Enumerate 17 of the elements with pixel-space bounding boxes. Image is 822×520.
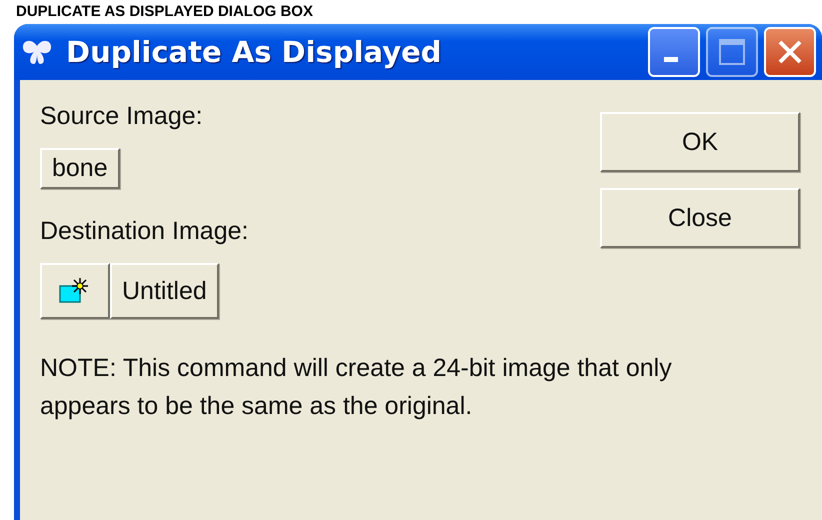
close-icon xyxy=(776,38,804,66)
caption: DUPLICATE AS DISPLAYED DIALOG BOX xyxy=(15,4,313,20)
close-button[interactable] xyxy=(764,27,816,77)
source-label: Source Image: xyxy=(40,102,203,131)
source-image-button[interactable]: bone xyxy=(40,148,120,189)
maximize-icon xyxy=(717,37,747,67)
ok-button[interactable]: OK xyxy=(600,112,800,172)
close-dialog-button[interactable]: Close xyxy=(600,188,800,248)
new-image-button[interactable] xyxy=(40,263,110,319)
window-title: Duplicate As Displayed xyxy=(66,35,442,69)
minimize-icon xyxy=(664,56,678,62)
maximize-button[interactable] xyxy=(706,27,758,77)
butterfly-icon xyxy=(20,38,54,66)
destination-label: Destination Image: xyxy=(40,217,248,246)
note-text: NOTE: This command will create a 24-bit image that only appears to be the same as the original. xyxy=(40,353,673,422)
minimize-button[interactable] xyxy=(648,27,700,77)
destination-image-button[interactable]: Untitled xyxy=(110,263,219,319)
